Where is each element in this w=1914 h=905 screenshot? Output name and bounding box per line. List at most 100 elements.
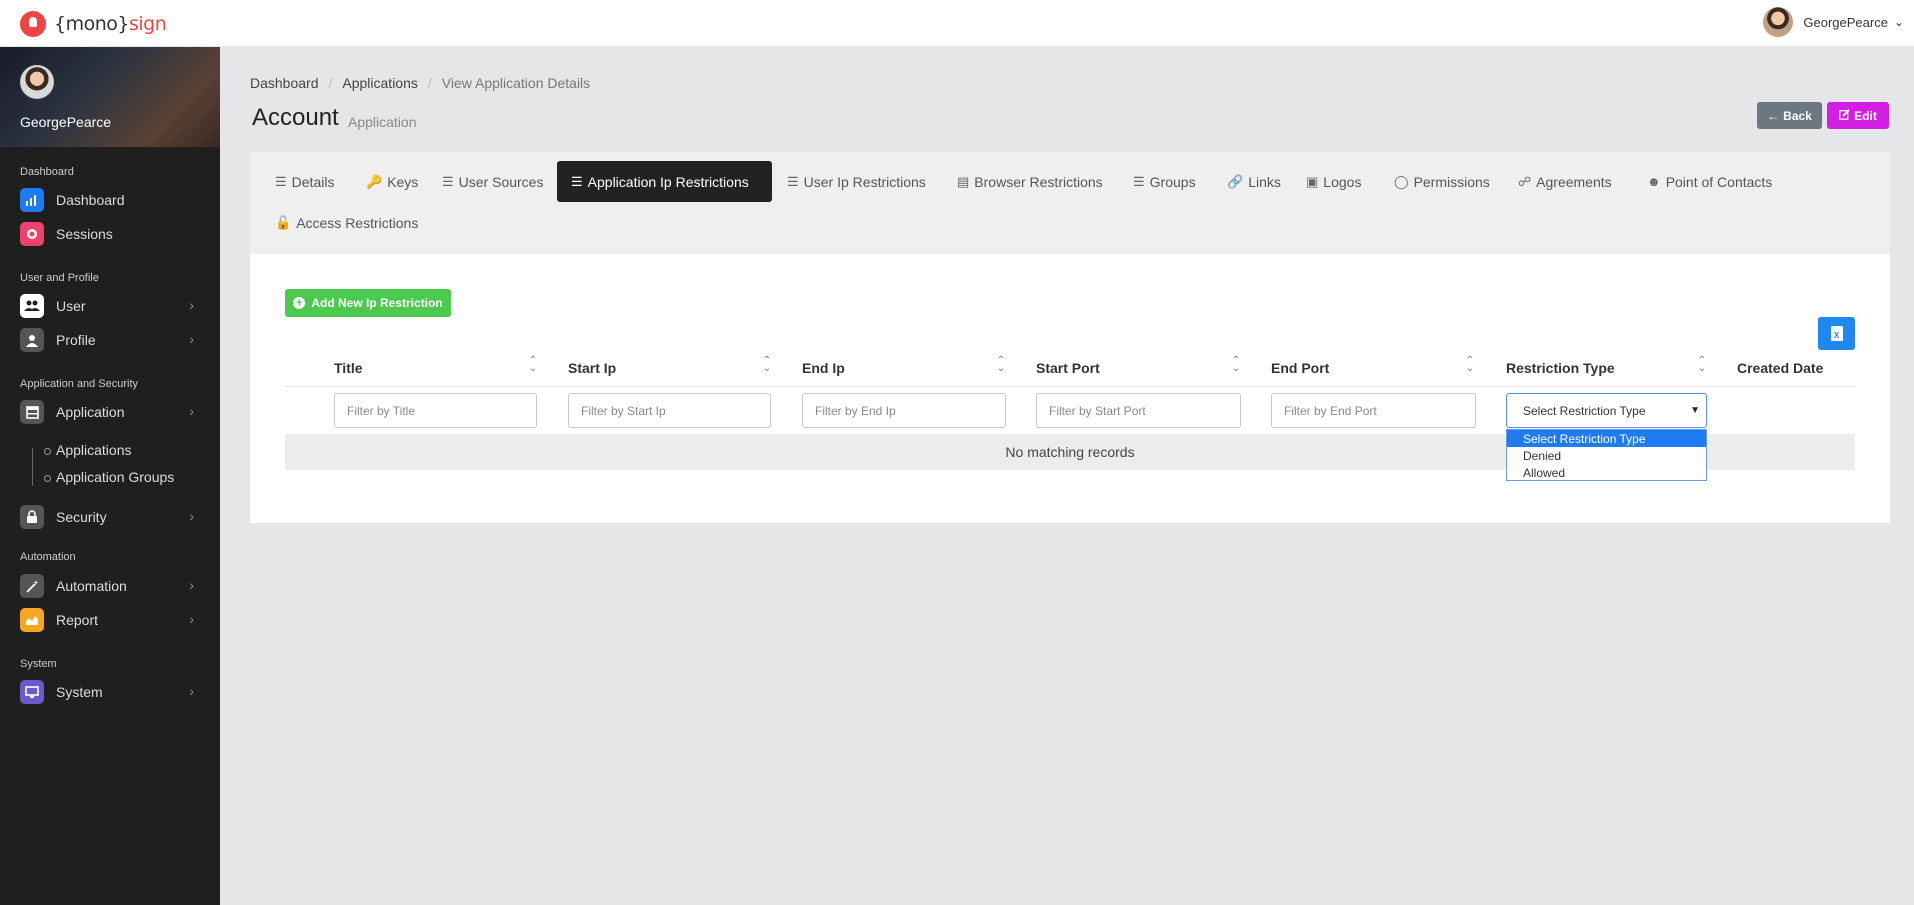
- sort-icon[interactable]: ⌃ ⌄: [762, 356, 772, 374]
- tab-agreements[interactable]: ☍ Agreements: [1518, 161, 1612, 202]
- tab-label: Keys: [387, 173, 419, 190]
- sidebar-item-dashboard[interactable]: Dashboard: [20, 186, 198, 214]
- users-icon: [20, 294, 44, 318]
- sidebar-item-automation[interactable]: Automation ›: [20, 572, 198, 600]
- filter-end-ip-input[interactable]: [802, 393, 1006, 428]
- magic-wand-icon: [20, 574, 44, 598]
- tab-user-ip-restrictions[interactable]: ☰ User Ip Restrictions: [787, 161, 926, 202]
- column-header-restriction-type[interactable]: Restriction Type: [1506, 360, 1615, 376]
- tab-access-restrictions[interactable]: 🔓 Access Restrictions: [275, 202, 418, 243]
- tab-label: User Sources: [458, 173, 544, 190]
- tab-details[interactable]: ☰ Details: [275, 161, 334, 202]
- tab-application-ip-restrictions[interactable]: ☰ Application Ip Restrictions: [557, 161, 772, 202]
- images-icon: ▣: [1306, 173, 1319, 189]
- restriction-type-dropdown: Select Restriction Type Denied Allowed: [1506, 429, 1707, 481]
- tab-keys[interactable]: 🔑 Keys: [366, 161, 418, 202]
- dropdown-option[interactable]: Allowed: [1507, 464, 1706, 481]
- sidebar-item-security[interactable]: Security ›: [20, 503, 198, 531]
- tab-label: Browser Restrictions: [974, 173, 1103, 190]
- sidebar-item-user[interactable]: User ›: [20, 292, 198, 320]
- tab-groups[interactable]: ☰ Groups: [1133, 161, 1196, 202]
- chevron-right-icon: ›: [189, 331, 194, 347]
- tab-label: Permissions: [1413, 173, 1490, 190]
- sidebar-label: Report: [56, 612, 99, 628]
- sidebar-item-sessions[interactable]: Sessions: [20, 220, 198, 248]
- filter-start-port-input[interactable]: [1036, 393, 1241, 428]
- section-app-security: Application and Security: [20, 378, 139, 390]
- back-button[interactable]: ← Back: [1757, 102, 1822, 129]
- breadcrumb-dashboard[interactable]: Dashboard: [250, 75, 319, 91]
- sidebar-avatar[interactable]: [20, 65, 54, 99]
- tab-label: Details: [291, 173, 335, 190]
- filter-start-ip-input[interactable]: [568, 393, 771, 428]
- tab-label: Agreements: [1536, 173, 1612, 190]
- row-divider: [285, 386, 1855, 387]
- plus-circle-icon: +: [293, 297, 306, 309]
- sidebar-item-system[interactable]: System ›: [20, 678, 198, 706]
- logo-accent-text: sign: [128, 13, 167, 35]
- add-button-label: Add New Ip Restriction: [311, 296, 443, 310]
- column-header-created-date: Created Date: [1737, 360, 1824, 376]
- chevron-right-icon: ›: [189, 508, 194, 524]
- link-icon: 🔗: [1227, 173, 1244, 189]
- tab-browser-restrictions[interactable]: ▤ Browser Restrictions: [957, 161, 1103, 202]
- column-header-start-ip[interactable]: Start Ip: [568, 360, 616, 376]
- users-icon: ☻: [1647, 174, 1661, 189]
- section-user-profile: User and Profile: [20, 272, 99, 284]
- column-header-start-port[interactable]: Start Port: [1036, 360, 1100, 376]
- sort-icon[interactable]: ⌃ ⌄: [1465, 356, 1475, 374]
- breadcrumb: Dashboard / Applications / View Applicat…: [250, 75, 590, 91]
- window-icon: [20, 400, 44, 424]
- edit-button[interactable]: Edit: [1827, 102, 1889, 129]
- chevron-right-icon: ›: [189, 577, 194, 593]
- dropdown-option[interactable]: Select Restriction Type: [1507, 430, 1706, 447]
- sort-icon[interactable]: ⌃ ⌄: [1697, 356, 1707, 374]
- edit-label: Edit: [1854, 108, 1877, 123]
- select-value: Select Restriction Type: [1523, 403, 1646, 418]
- dropdown-option[interactable]: Denied: [1507, 447, 1706, 464]
- restriction-type-select[interactable]: Select Restriction Type ▼: [1506, 393, 1707, 428]
- logo-main-text: {mono}: [54, 13, 129, 35]
- sort-icon[interactable]: ⌃ ⌄: [1231, 356, 1241, 374]
- record-icon: [20, 222, 44, 246]
- arrow-left-icon: ←: [1767, 108, 1780, 123]
- tab-label: Point of Contacts: [1665, 173, 1773, 190]
- export-excel-button[interactable]: X: [1818, 317, 1855, 350]
- sort-icon[interactable]: ⌃ ⌄: [528, 356, 538, 374]
- tab-logos[interactable]: ▣ Logos: [1306, 161, 1361, 202]
- monitor-icon: [20, 680, 44, 704]
- filter-end-port-input[interactable]: [1271, 393, 1476, 428]
- sidebar: GeorgePearce Dashboard Dashboard Session…: [0, 47, 220, 905]
- tab-permissions[interactable]: ◯ Permissions: [1394, 161, 1490, 202]
- app-logo[interactable]: {mono}sign: [20, 11, 167, 37]
- sidebar-item-application[interactable]: Application ›: [20, 398, 198, 426]
- sidebar-subitem-applications[interactable]: Applications: [44, 442, 132, 458]
- lock-icon: [20, 505, 44, 529]
- breadcrumb-applications[interactable]: Applications: [342, 75, 418, 91]
- column-header-title[interactable]: Title: [334, 360, 363, 376]
- tab-label: Logos: [1323, 173, 1362, 190]
- sidebar-item-report[interactable]: Report ›: [20, 606, 198, 634]
- sidebar-label: Security: [56, 509, 107, 525]
- back-label: Back: [1783, 108, 1812, 123]
- unlock-icon: 🔓: [275, 214, 292, 230]
- edit-icon: [1839, 108, 1850, 123]
- sort-icon[interactable]: ⌃ ⌄: [996, 356, 1006, 374]
- tab-point-of-contacts[interactable]: ☻ Point of Contacts: [1647, 161, 1772, 202]
- column-header-end-port[interactable]: End Port: [1271, 360, 1329, 376]
- top-username: GeorgePearce: [1803, 14, 1888, 30]
- caret-down-icon: ▼: [1690, 405, 1700, 416]
- key-icon: 🔑: [366, 173, 383, 189]
- section-dashboard: Dashboard: [20, 166, 74, 178]
- sidebar-subitem-application-groups[interactable]: Application Groups: [43, 469, 174, 485]
- tab-links[interactable]: 🔗 Links: [1227, 161, 1281, 202]
- person-icon: [20, 328, 44, 352]
- sidebar-label: Profile: [56, 332, 96, 348]
- column-header-end-ip[interactable]: End Ip: [802, 360, 845, 376]
- tab-label: Groups: [1149, 173, 1196, 190]
- add-ip-restriction-button[interactable]: + Add New Ip Restriction: [285, 289, 451, 317]
- filter-title-input[interactable]: [334, 393, 537, 428]
- sidebar-item-profile[interactable]: Profile ›: [20, 326, 198, 354]
- tab-user-sources[interactable]: ☰ User Sources: [442, 161, 543, 202]
- user-menu[interactable]: GeorgePearce ⌄: [1763, 7, 1904, 37]
